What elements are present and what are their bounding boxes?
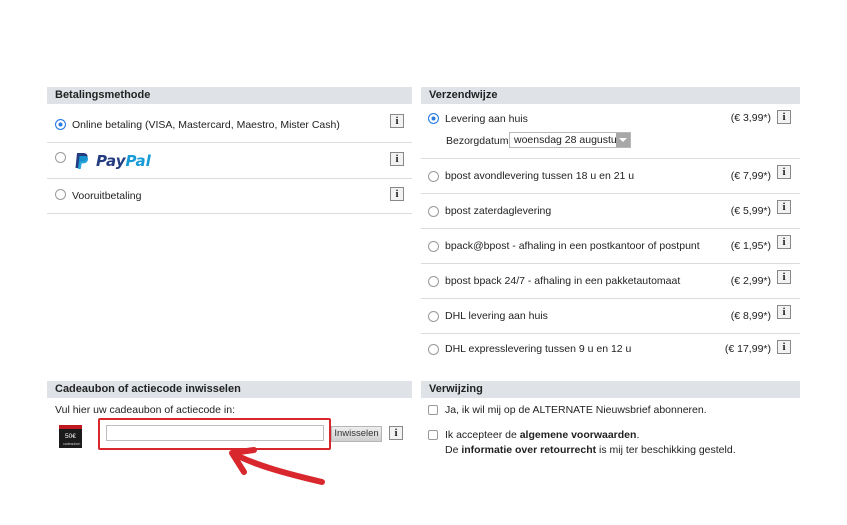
radio-online-payment[interactable] <box>55 119 66 130</box>
shipping-option-label: DHL expresslevering tussen 9 u en 12 u <box>445 343 632 355</box>
shipping-price: (€ 5,99*) <box>730 205 771 217</box>
radio-parcel-locker[interactable] <box>428 275 439 287</box>
newsletter-checkbox[interactable] <box>428 405 438 415</box>
redeem-button[interactable]: Inwisselen <box>331 426 382 442</box>
shipping-price: (€ 17,99*) <box>724 343 771 355</box>
info-icon[interactable]: i <box>777 270 791 284</box>
paypal-logo-icon <box>75 152 89 169</box>
shipping-option-saturday[interactable]: bpost zaterdaglevering (€ 5,99*) i <box>421 194 800 229</box>
shipping-option-evening[interactable]: bpost avondlevering tussen 18 u en 21 u … <box>421 159 800 194</box>
radio-saturday-delivery[interactable] <box>428 205 439 217</box>
shipping-option-dhl-home[interactable]: DHL levering aan huis (€ 8,99*) i <box>421 299 800 334</box>
terms-row[interactable]: Ik accepteer de algemene voorwaarden. <box>428 429 639 441</box>
info-icon[interactable]: i <box>390 152 404 166</box>
gift-card-image: 50€ cadeaubon <box>59 425 82 448</box>
shipping-option-dhl-express[interactable]: DHL expresslevering tussen 9 u en 12 u (… <box>421 334 800 364</box>
shipping-option-label: bpost avondlevering tussen 18 u en 21 u <box>445 170 635 182</box>
shipping-price: (€ 3,99*) <box>730 112 771 124</box>
return-prefix: De <box>445 444 462 456</box>
radio-prepayment[interactable] <box>55 188 66 200</box>
shipping-price: (€ 7,99*) <box>730 170 771 182</box>
info-icon[interactable]: i <box>389 426 403 440</box>
shipping-price: (€ 2,99*) <box>730 275 771 287</box>
return-suffix: is mij ter beschikking gesteld. <box>596 444 736 456</box>
terms-checkbox[interactable] <box>428 430 438 440</box>
terms-prefix: Ik accepteer de <box>445 429 520 441</box>
voucher-header: Cadeaubon of actiecode inwisselen <box>47 381 412 398</box>
radio-postoffice-pickup[interactable] <box>428 240 439 252</box>
shipping-option-locker[interactable]: bpost bpack 24/7 - afhaling in een pakke… <box>421 264 800 299</box>
paypal-logo-text: Pay Pal <box>96 152 151 170</box>
payment-option-label: Online betaling (VISA, Mastercard, Maest… <box>72 118 340 131</box>
radio-paypal[interactable] <box>55 152 66 163</box>
newsletter-label: Ja, ik wil mij op de ALTERNATE Nieuwsbri… <box>445 404 707 416</box>
terms-suffix: . <box>636 429 640 441</box>
shipping-option-label: DHL levering aan huis <box>445 310 548 322</box>
shipping-option-postoffice[interactable]: bpack@bpost - afhaling in een postkantoo… <box>421 229 800 264</box>
delivery-date-label: Bezorgdatum <box>446 135 509 147</box>
delivery-date-value: woensdag 28 augustus <box>514 134 622 146</box>
shipping-price: (€ 1,95*) <box>730 240 771 252</box>
info-icon[interactable]: i <box>390 187 404 201</box>
terms-link[interactable]: algemene voorwaarden <box>520 429 637 441</box>
red-arrow-annotation <box>229 447 325 485</box>
paypal-text-pal: Pal <box>125 151 151 170</box>
return-info-text: De informatie over retourrecht is mij te… <box>445 444 736 456</box>
shipping-option-label: bpost zaterdaglevering <box>445 205 552 217</box>
info-icon[interactable]: i <box>777 305 791 319</box>
payment-option-paypal[interactable]: Pay Pal i <box>47 143 412 179</box>
info-icon[interactable]: i <box>777 340 791 354</box>
voucher-code-input[interactable] <box>106 425 324 441</box>
info-icon[interactable]: i <box>777 110 791 124</box>
shipping-price: (€ 8,99*) <box>730 310 771 322</box>
payment-option-online[interactable]: Online betaling (VISA, Mastercard, Maest… <box>47 107 412 143</box>
referral-header: Verwijzing <box>421 381 800 398</box>
payment-header: Betalingsmethode <box>47 87 412 104</box>
paypal-text-pay: Pay <box>96 151 126 170</box>
terms-label: Ik accepteer de algemene voorwaarden. <box>445 429 639 441</box>
voucher-prompt: Vul hier uw cadeaubon of actiecode in: <box>55 404 235 416</box>
gift-card-text: cadeaubon <box>63 442 81 446</box>
chevron-down-icon <box>616 133 630 147</box>
shipping-option-label: Levering aan huis <box>445 113 528 125</box>
delivery-date-select[interactable]: woensdag 28 augustus <box>509 132 631 148</box>
payment-option-label: Vooruitbetaling <box>72 190 142 202</box>
gift-card-amount: 50€ <box>65 433 76 440</box>
info-icon[interactable]: i <box>777 200 791 214</box>
shipping-header: Verzendwijze <box>421 87 800 104</box>
radio-dhl-home[interactable] <box>428 310 439 322</box>
info-icon[interactable]: i <box>777 165 791 179</box>
info-icon[interactable]: i <box>777 235 791 249</box>
radio-evening-delivery[interactable] <box>428 170 439 182</box>
return-info-link[interactable]: informatie over retourrecht <box>461 444 596 456</box>
info-icon[interactable]: i <box>390 114 404 128</box>
radio-home-delivery[interactable] <box>428 113 439 124</box>
radio-dhl-express[interactable] <box>428 343 439 355</box>
shipping-option-label: bpack@bpost - afhaling in een postkantoo… <box>445 240 700 252</box>
payment-option-prepayment[interactable]: Vooruitbetaling i <box>47 179 412 214</box>
newsletter-row[interactable]: Ja, ik wil mij op de ALTERNATE Nieuwsbri… <box>428 404 707 416</box>
shipping-option-label: bpost bpack 24/7 - afhaling in een pakke… <box>445 275 681 287</box>
